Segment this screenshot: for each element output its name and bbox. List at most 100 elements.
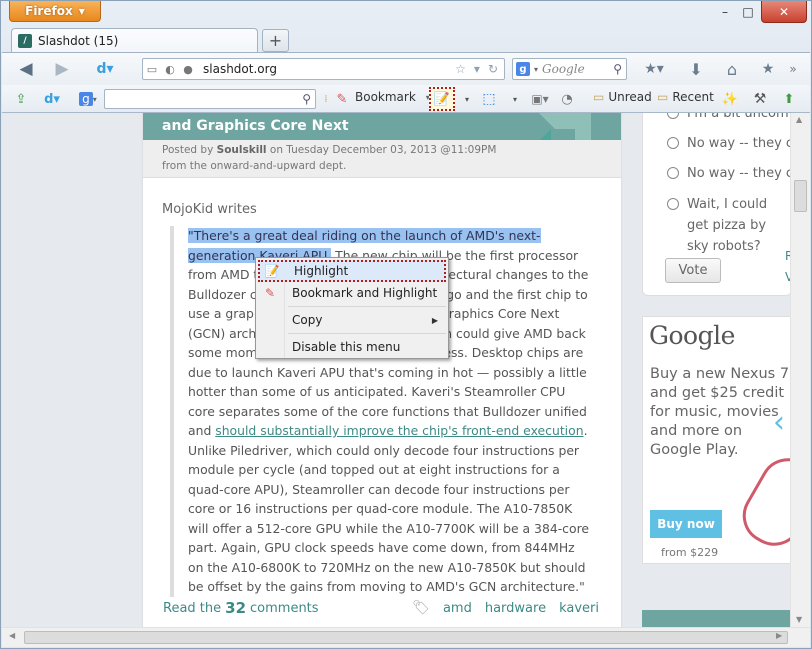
minimize-button[interactable]: – bbox=[715, 1, 735, 23]
article-footer: Read the 32 comments 🏷 amd hardware kave… bbox=[163, 599, 599, 617]
scroll-right-icon[interactable]: ▶ bbox=[776, 631, 782, 640]
bookmark-highlight-icon: ✎ bbox=[264, 286, 276, 300]
unread-button[interactable]: ▭ Unread bbox=[593, 90, 652, 104]
author-link[interactable]: Soulskill bbox=[217, 144, 267, 156]
read-suffix[interactable]: comments bbox=[250, 601, 319, 616]
engine-dropdown-icon[interactable]: ▾ bbox=[534, 65, 538, 74]
firefox-menu-button[interactable]: Firefox ▼ bbox=[9, 1, 101, 22]
hammer-icon[interactable]: ⚒ bbox=[751, 89, 769, 109]
tab-slashdot[interactable]: / Slashdot (15) bbox=[11, 28, 258, 53]
tablet-illustration-icon bbox=[732, 448, 790, 556]
globe-icon: ● bbox=[183, 62, 193, 76]
context-menu: 📝 Highlight ✎ Bookmark and Highlight Cop… bbox=[255, 257, 449, 359]
folder-icon: ▭ bbox=[593, 90, 605, 104]
delicious-small-icon[interactable]: d▾ bbox=[37, 89, 67, 109]
menu-item-disable[interactable]: Disable this menu bbox=[258, 336, 446, 358]
bookmark-label: Bookmark bbox=[355, 90, 416, 104]
google-logo: Google bbox=[649, 321, 735, 350]
highlight-icon: 📝 bbox=[264, 264, 280, 278]
maximize-button[interactable]: □ bbox=[737, 1, 759, 23]
delicious-icon[interactable]: d▾ bbox=[90, 58, 120, 80]
toolbar-search-input[interactable]: ⚲ bbox=[104, 89, 316, 109]
unread-label: Unread bbox=[608, 90, 652, 104]
new-tab-button[interactable]: + bbox=[262, 29, 289, 52]
tag-hardware[interactable]: hardware bbox=[485, 601, 546, 616]
scroll-down-icon[interactable]: ▼ bbox=[796, 615, 802, 624]
poll-widget: I'm a bit uncomfortable No way -- they c… bbox=[642, 113, 790, 296]
menu-item-bookmark-and-highlight[interactable]: ✎ Bookmark and Highlight bbox=[258, 282, 446, 304]
tag-list: 🏷 amd hardware kaveri bbox=[412, 600, 599, 616]
search-placeholder: Google bbox=[542, 62, 585, 76]
bookmark-highlight-icon[interactable]: ✎ bbox=[333, 89, 351, 109]
search-icon[interactable]: ⚲ bbox=[302, 92, 311, 106]
vote-button[interactable]: Vote bbox=[665, 258, 721, 283]
poll-option[interactable]: Wait, I could get pizza by sky robots? bbox=[667, 194, 790, 257]
magic-wand-icon[interactable]: ✨ bbox=[721, 89, 739, 109]
poll-option[interactable]: No way -- they can bbox=[667, 133, 790, 154]
forward-icon[interactable]: ▶ bbox=[51, 58, 73, 80]
quote-text-2: . Unlike Piledriver, which could only de… bbox=[188, 423, 590, 594]
scroll-thumb[interactable] bbox=[24, 631, 788, 644]
star-icon[interactable]: ☆ bbox=[455, 62, 466, 76]
dropdown-icon[interactable]: ▾ bbox=[474, 62, 480, 76]
vertical-scrollbar[interactable]: ▲ ▼ bbox=[790, 113, 810, 627]
page-icon: ▭ bbox=[146, 62, 158, 76]
tab-title: Slashdot (15) bbox=[38, 34, 119, 48]
poll-option[interactable]: No way -- they can bbox=[667, 163, 790, 184]
article-title[interactable]: and Graphics Core Next bbox=[162, 118, 349, 134]
front-end-execution-link[interactable]: should substantially improve the chip's … bbox=[215, 423, 583, 438]
poll-option[interactable]: I'm a bit uncomfortable bbox=[667, 113, 790, 124]
downloads-icon[interactable]: ⬇ bbox=[685, 58, 707, 80]
google-plus-icon[interactable]: g ▾ bbox=[75, 89, 101, 109]
page-content: and Graphics Core Next Posted by Soulski… bbox=[2, 113, 790, 627]
radio-button[interactable] bbox=[667, 113, 679, 119]
reload-icon[interactable]: ↻ bbox=[488, 62, 498, 76]
ad-text: Buy a new Nexus 7 and get $25 credit for… bbox=[650, 366, 790, 458]
menu-item-highlight[interactable]: 📝 Highlight bbox=[258, 260, 446, 282]
bookmarks-menu-icon[interactable]: ★▾ bbox=[639, 58, 669, 80]
buy-now-button[interactable]: Buy now bbox=[650, 510, 722, 538]
scroll-up-icon[interactable]: ▲ bbox=[796, 115, 802, 124]
search-icon[interactable]: ⚲ bbox=[613, 62, 622, 76]
bookmark-star-icon[interactable]: ★ bbox=[757, 58, 779, 80]
highlight-toolbar-button[interactable]: 📝 bbox=[429, 87, 455, 111]
google-engine-icon[interactable]: g bbox=[516, 62, 530, 76]
recent-button[interactable]: ▭ Recent bbox=[657, 90, 714, 104]
radio-button[interactable] bbox=[667, 198, 679, 210]
bookmark-button[interactable]: Bookmark ▾ bbox=[355, 90, 430, 104]
add-bookmark-icon[interactable]: ⇪ bbox=[11, 89, 31, 109]
comment-count[interactable]: 32 bbox=[225, 599, 246, 617]
chevron-down-icon[interactable]: ▾ bbox=[509, 89, 521, 109]
horizontal-scrollbar[interactable]: ◀ ▶ bbox=[2, 627, 810, 647]
screenshot-icon[interactable]: ⬚ bbox=[479, 89, 499, 109]
posted-by-prefix: Posted by bbox=[162, 144, 214, 156]
url-bar[interactable]: ▭ ◐ ● slashdot.org ☆ ▾ ↻ bbox=[142, 58, 505, 80]
clock-icon[interactable]: ◔ bbox=[557, 89, 577, 109]
home-icon[interactable]: ⌂ bbox=[721, 58, 743, 80]
radio-button[interactable] bbox=[667, 167, 679, 179]
read-prefix[interactable]: Read the bbox=[163, 601, 221, 616]
browser-window: Firefox ▼ – □ ✕ / Slashdot (15) + ◀ ▶ d▾… bbox=[0, 0, 812, 649]
menu-separator bbox=[288, 333, 446, 334]
scroll-left-icon[interactable]: ◀ bbox=[9, 631, 15, 640]
close-button[interactable]: ✕ bbox=[761, 1, 807, 23]
chevron-left-icon[interactable]: ‹ bbox=[773, 405, 785, 440]
chevron-down-icon[interactable]: ▾ bbox=[461, 89, 473, 109]
tag-kaveri[interactable]: kaveri bbox=[559, 601, 599, 616]
tag-amd[interactable]: amd bbox=[443, 601, 472, 616]
menu-item-copy[interactable]: Copy ▶ bbox=[258, 309, 446, 331]
google-ad[interactable]: Google Buy a new Nexus 7 and get $25 cre… bbox=[642, 316, 790, 564]
back-icon[interactable]: ◀ bbox=[15, 58, 37, 80]
dept-line: from the onward-and-upward dept. bbox=[162, 160, 347, 172]
radio-button[interactable] bbox=[667, 137, 679, 149]
article-card: and Graphics Core Next Posted by Soulski… bbox=[143, 113, 621, 627]
shield-icon: ◐ bbox=[165, 62, 175, 76]
capture-page-icon[interactable]: ▣▾ bbox=[525, 89, 555, 109]
posted-date: on Tuesday December 03, 2013 @11:09PM bbox=[269, 144, 497, 156]
more-tools-icon[interactable]: » bbox=[784, 58, 802, 80]
upload-icon[interactable]: ⬆ bbox=[777, 89, 801, 109]
search-box[interactable]: g ▾ Google ⚲ bbox=[512, 58, 627, 80]
separator-icon: ⁞ bbox=[324, 93, 328, 105]
scroll-thumb[interactable] bbox=[794, 180, 807, 212]
submitter-writes: MojoKid writes bbox=[162, 202, 257, 217]
